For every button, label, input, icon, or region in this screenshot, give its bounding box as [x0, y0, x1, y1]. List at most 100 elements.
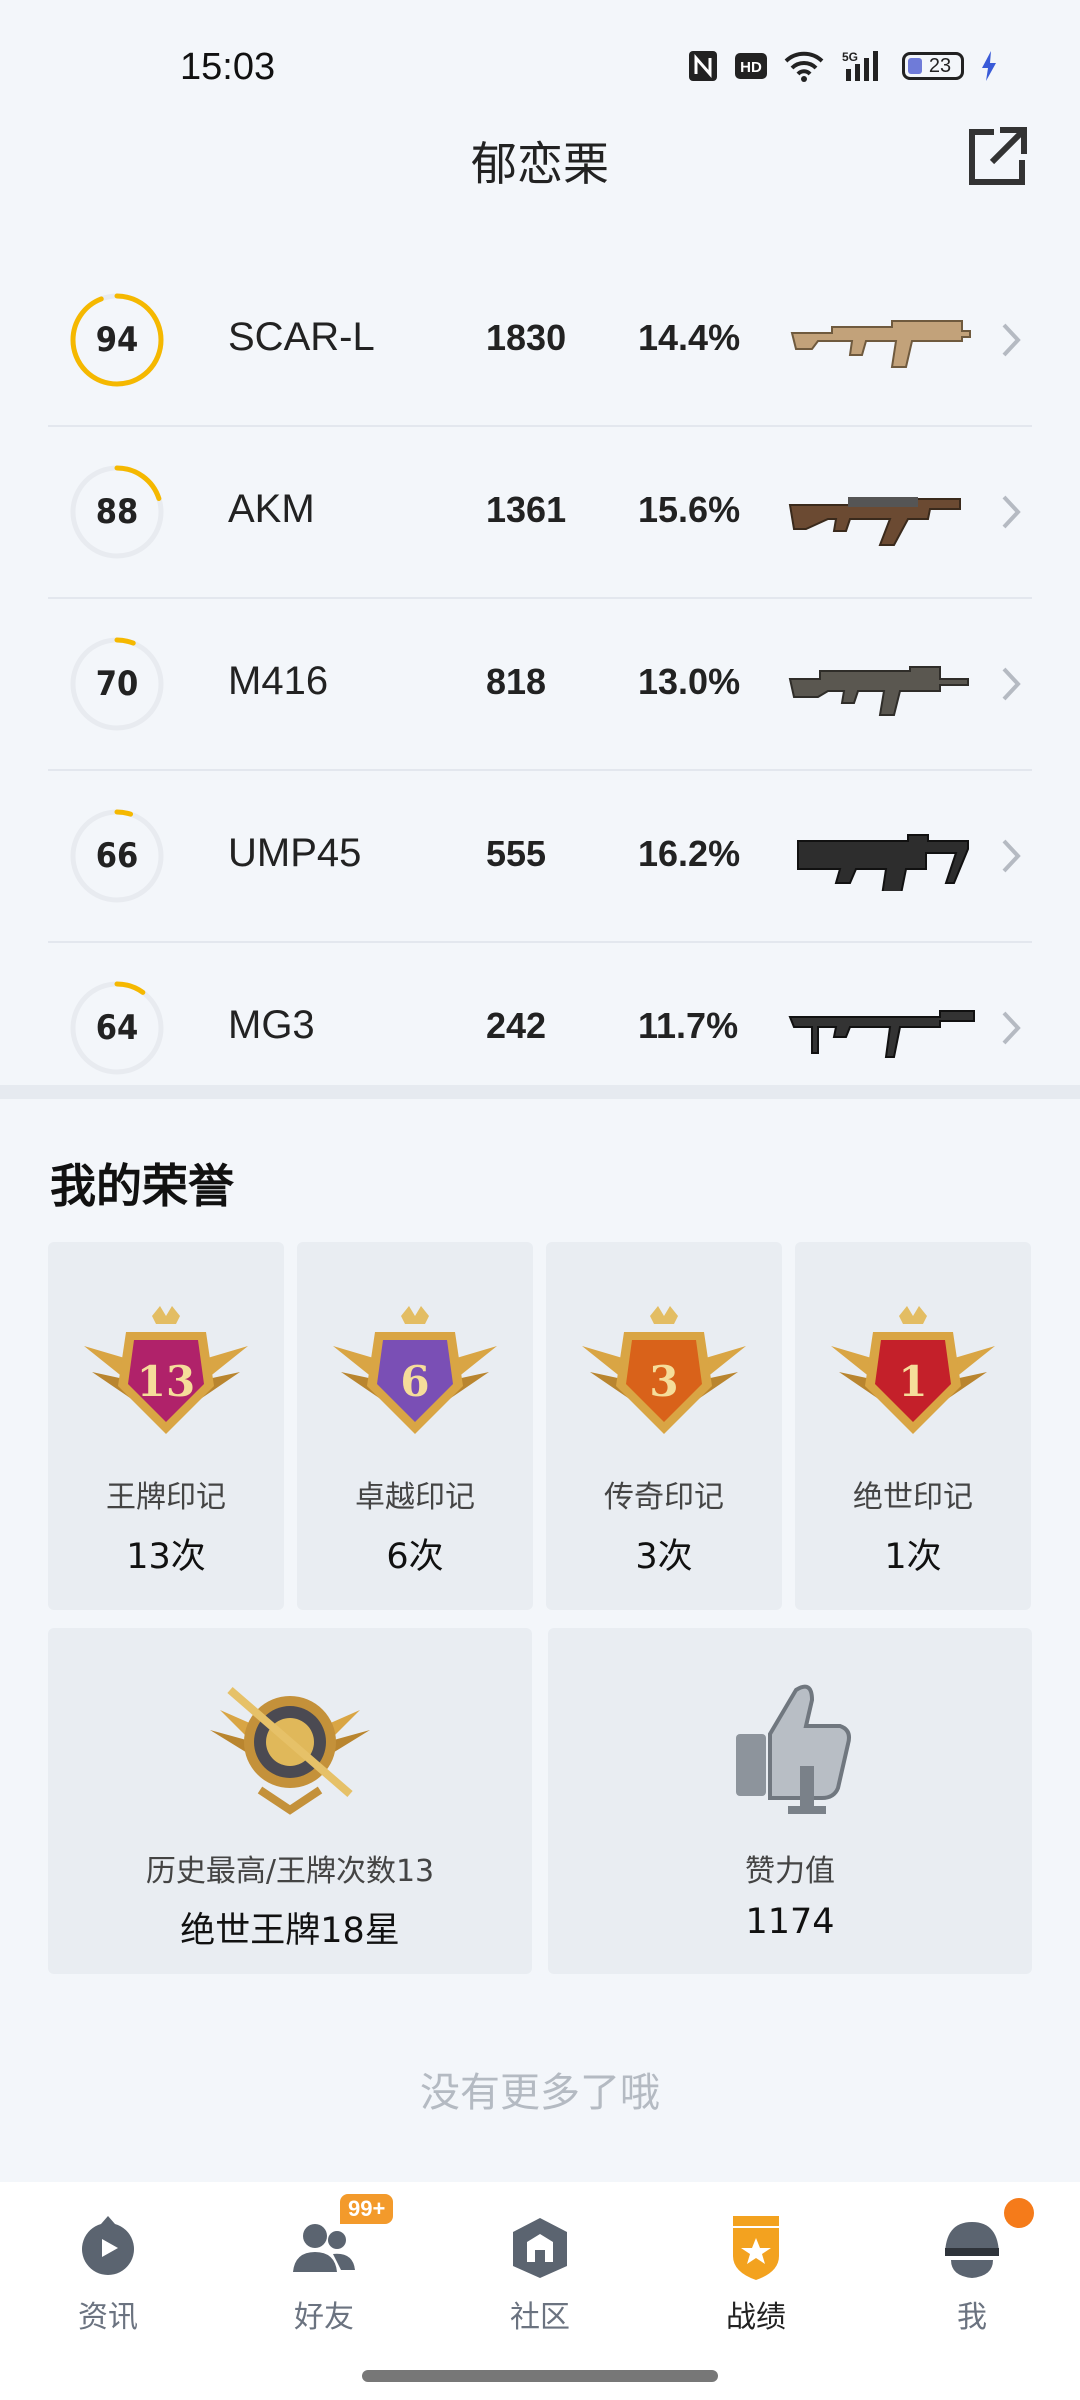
mastery-score: 94 [95, 320, 139, 360]
weapon-kills: 1830 [486, 317, 567, 358]
status-icons: HD 5G 23 [688, 46, 998, 86]
weapon-percentage: 14.4% [638, 317, 741, 358]
weapon-kills: 555 [486, 833, 547, 874]
weapon-row[interactable]: 88 AKM 1361 15.6% [48, 427, 1032, 599]
honor-mark-label: 王牌印记 [106, 1480, 226, 1515]
charging-icon [982, 51, 996, 81]
notification-dot [1004, 2198, 1034, 2228]
mastery-ring: 66 [68, 807, 166, 905]
honor-mark-count: 6次 [386, 1537, 444, 1577]
record-shield-icon [733, 2216, 779, 2280]
page-title: 郁恋栗 [471, 137, 609, 191]
m416-rifle-image [788, 666, 969, 716]
weapon-row[interactable]: 94 SCAR-L 1830 14.4% [48, 255, 1032, 427]
honor-mark-count: 13次 [126, 1537, 206, 1577]
bottom-tab-bar: 资讯 好友 99+ 社区 战绩 我 [0, 2182, 1080, 2400]
weapon-name: UMP45 [228, 831, 362, 875]
likes-label: 赞力值 [745, 1854, 835, 1889]
likes-card[interactable]: 赞力值 1174 [548, 1628, 1032, 1974]
honor-mark-count: 1次 [884, 1537, 942, 1577]
tab-me[interactable]: 我 [864, 2182, 1080, 2342]
mastery-ring: 64 [68, 979, 166, 1077]
weapon-list: 94 SCAR-L 1830 14.4% 88 AKM 1361 15.6% 7… [48, 255, 1032, 1113]
weapon-percentage: 16.2% [638, 833, 741, 874]
weapon-percentage: 13.0% [638, 661, 741, 702]
weapon-percentage: 15.6% [638, 489, 741, 530]
highest-rank-label: 历史最高/王牌次数13 [145, 1854, 435, 1889]
status-bar: 15:03 HD 5G 23 [0, 0, 1080, 120]
scar-l-rifle-image [790, 320, 971, 368]
news-play-icon [82, 2216, 134, 2276]
mastery-ring: 94 [68, 291, 166, 389]
section-divider [0, 1085, 1080, 1099]
mastery-score: 64 [95, 1008, 139, 1048]
highest-rank-card[interactable]: 历史最高/王牌次数13 绝世王牌18星 [48, 1628, 532, 1974]
honor-mark-badge-number: 1 [898, 1357, 927, 1406]
honor-mark-badge-number: 6 [400, 1357, 429, 1406]
chevron-right-icon [1002, 323, 1021, 357]
chevron-right-icon [1002, 495, 1021, 529]
honor-mark-label: 传奇印记 [604, 1480, 724, 1515]
honor-mark-card[interactable]: 1 绝世印记 1次 [795, 1242, 1031, 1610]
tab-records[interactable]: 战绩 [648, 2182, 864, 2342]
tab-label: 社区 [510, 2300, 570, 2335]
share-external-icon[interactable] [966, 124, 1030, 188]
wifi-icon [784, 51, 824, 82]
chevron-right-icon [1002, 1011, 1021, 1045]
mastery-ring: 70 [68, 635, 166, 733]
honor-mark-badge-icon: 3 [582, 1306, 746, 1434]
end-of-list-text: 没有更多了哦 [420, 2070, 660, 2116]
honor-mark-count: 3次 [635, 1537, 693, 1577]
weapon-row[interactable]: 70 M416 818 13.0% [48, 599, 1032, 771]
tab-label: 我 [957, 2300, 987, 2335]
chevron-right-icon [1002, 667, 1021, 701]
weapon-percentage: 11.7% [638, 1005, 739, 1046]
weapon-name: M416 [228, 659, 329, 703]
community-icon [513, 2218, 567, 2278]
honor-mark-badge-number: 13 [137, 1357, 195, 1406]
battery-icon: 23 [902, 52, 964, 80]
5g-signal-icon: 5G [842, 50, 878, 81]
weapon-name: AKM [228, 487, 315, 531]
tab-news[interactable]: 资讯 [0, 2182, 216, 2342]
header: 郁恋栗 [0, 120, 1080, 200]
thumbs-up-icon [736, 1684, 851, 1814]
nfc-icon [689, 51, 717, 81]
tab-label: 战绩 [726, 2300, 786, 2335]
weapon-kills: 1361 [486, 489, 567, 530]
honor-mark-badge-icon: 13 [84, 1306, 248, 1434]
weapon-name: MG3 [228, 1003, 315, 1047]
ump45-smg-image [797, 834, 969, 891]
mg3-machine-gun-image [788, 1010, 975, 1058]
weapon-kills: 818 [486, 661, 547, 702]
home-indicator[interactable] [362, 2370, 718, 2382]
honor-mark-card[interactable]: 13 王牌印记 13次 [48, 1242, 284, 1610]
status-time: 15:03 [180, 46, 276, 88]
weapon-kills: 242 [486, 1005, 547, 1046]
likes-value: 1174 [745, 1902, 835, 1942]
notification-badge: 99+ [340, 2194, 394, 2224]
tab-label: 资讯 [78, 2300, 138, 2335]
svg-text:HD: HD [740, 59, 762, 76]
highest-rank-value: 绝世王牌18星 [180, 1911, 400, 1951]
weapon-name: SCAR-L [228, 315, 375, 359]
honor-mark-card[interactable]: 3 传奇印记 3次 [546, 1242, 782, 1610]
weapon-row[interactable]: 66 UMP45 555 16.2% [48, 771, 1032, 943]
tab-friends[interactable]: 好友 99+ [216, 2182, 432, 2342]
tab-label: 好友 [294, 2300, 354, 2335]
honor-mark-label: 卓越印记 [355, 1480, 475, 1515]
svg-text:5G: 5G [842, 50, 858, 64]
mastery-score: 88 [95, 492, 139, 532]
chevron-right-icon [1002, 839, 1021, 873]
tab-community[interactable]: 社区 [432, 2182, 648, 2342]
honor-mark-card[interactable]: 6 卓越印记 6次 [297, 1242, 533, 1610]
akm-rifle-image [788, 497, 961, 546]
mastery-score: 70 [95, 664, 139, 704]
highest-rank-badge-icon [210, 1686, 370, 1815]
honor-mark-label: 绝世印记 [853, 1480, 973, 1515]
honors-title: 我的荣誉 [50, 1159, 234, 1213]
honor-mark-badge-icon: 1 [831, 1306, 995, 1434]
honor-mark-badge-number: 3 [649, 1357, 678, 1406]
honor-mark-badge-icon: 6 [333, 1306, 497, 1434]
hd-icon: HD [735, 53, 767, 79]
